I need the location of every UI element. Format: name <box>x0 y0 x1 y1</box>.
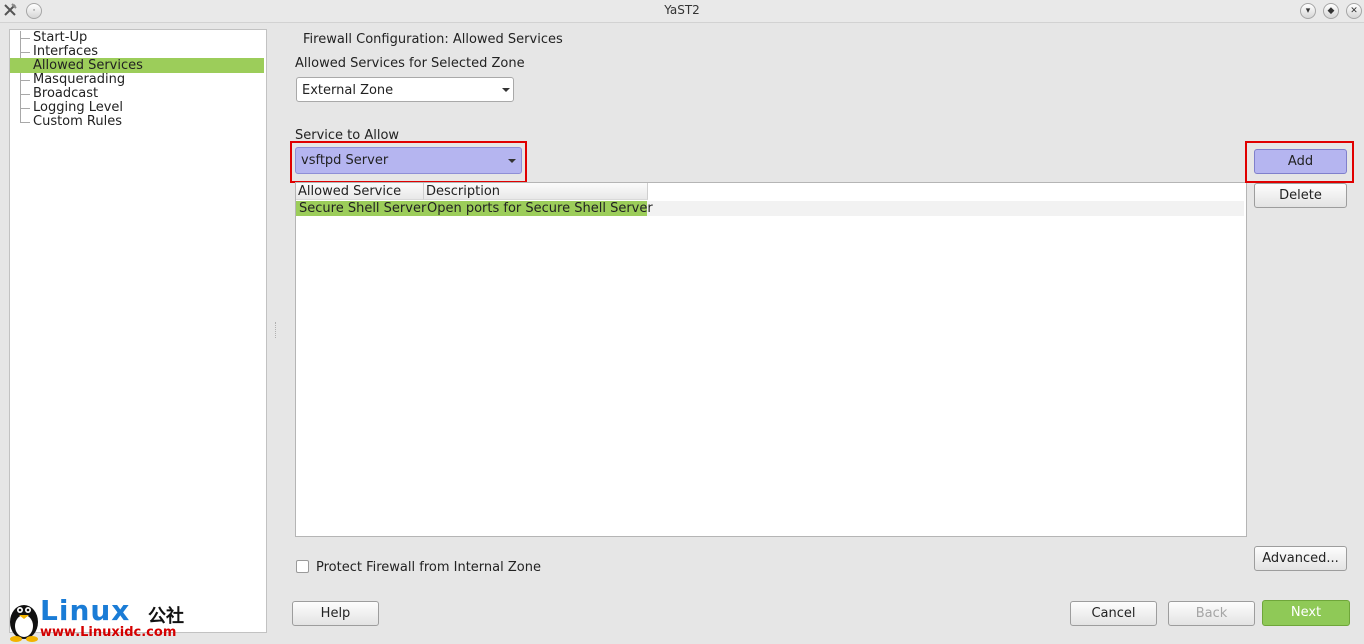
advanced-button[interactable]: Advanced... <box>1254 546 1347 571</box>
splitter-handle[interactable] <box>275 322 278 338</box>
page-title: Firewall Configuration: Allowed Services <box>303 32 563 47</box>
close-icon[interactable]: ✕ <box>1346 3 1362 19</box>
sidebar-item-label: Logging Level <box>33 100 124 115</box>
protect-firewall-checkbox[interactable] <box>296 560 309 573</box>
zone-select[interactable]: External Zone <box>296 77 514 102</box>
linuxidc-watermark-logo: Linux 公社 www.Linuxidc.com <box>6 594 191 644</box>
chevron-down-icon <box>502 88 510 92</box>
table-cell: Open ports for Secure Shell Server <box>427 201 653 216</box>
sidebar-item-allowed-services[interactable]: Allowed Services <box>10 58 264 73</box>
zone-select-value: External Zone <box>302 83 394 98</box>
allowed-services-table[interactable]: Allowed Service Description Secure Shell… <box>295 182 1247 537</box>
cancel-button[interactable]: Cancel <box>1070 601 1157 626</box>
column-header-allowed-service[interactable]: Allowed Service <box>296 183 424 200</box>
sidebar-item-label: Start-Up <box>33 30 88 45</box>
sidebar-item-start-up[interactable]: Start-Up <box>10 30 264 45</box>
back-button[interactable]: Back <box>1168 601 1255 626</box>
zone-label: Allowed Services for Selected Zone <box>295 56 525 71</box>
sidebar-item-custom-rules[interactable]: Custom Rules <box>10 114 264 129</box>
sidebar-tree: Start-Up Interfaces Allowed Services Mas… <box>9 29 267 633</box>
table-row[interactable]: Secure Shell Server Open ports for Secur… <box>296 201 653 216</box>
watermark-brand: Linux <box>40 594 131 627</box>
watermark-url: www.Linuxidc.com <box>40 625 177 640</box>
sidebar-item-label: Allowed Services <box>10 58 264 73</box>
sidebar-item-label: Custom Rules <box>33 114 123 129</box>
sidebar-item-label: Masquerading <box>33 72 126 87</box>
next-button[interactable]: Next <box>1262 600 1350 626</box>
table-cell: Secure Shell Server <box>299 201 427 216</box>
add-button[interactable]: Add <box>1254 149 1347 174</box>
sidebar-item-interfaces[interactable]: Interfaces <box>10 44 264 59</box>
sidebar-item-logging-level[interactable]: Logging Level <box>10 100 264 115</box>
maximize-icon[interactable]: ◆ <box>1323 3 1339 19</box>
service-select[interactable]: vsftpd Server <box>295 147 522 174</box>
protect-firewall-label[interactable]: Protect Firewall from Internal Zone <box>316 560 541 575</box>
sidebar-item-label: Interfaces <box>33 44 98 59</box>
service-select-value: vsftpd Server <box>301 153 389 168</box>
delete-button[interactable]: Delete <box>1254 183 1347 208</box>
help-button[interactable]: Help <box>292 601 379 626</box>
sidebar-item-broadcast[interactable]: Broadcast <box>10 86 264 101</box>
column-header-description[interactable]: Description <box>424 183 648 200</box>
minimize-icon[interactable]: ▾ <box>1300 3 1316 19</box>
sidebar-item-masquerading[interactable]: Masquerading <box>10 72 264 87</box>
sidebar-item-label: Broadcast <box>33 86 99 101</box>
chevron-down-icon <box>508 159 516 163</box>
window-title: YaST2 <box>664 3 700 17</box>
